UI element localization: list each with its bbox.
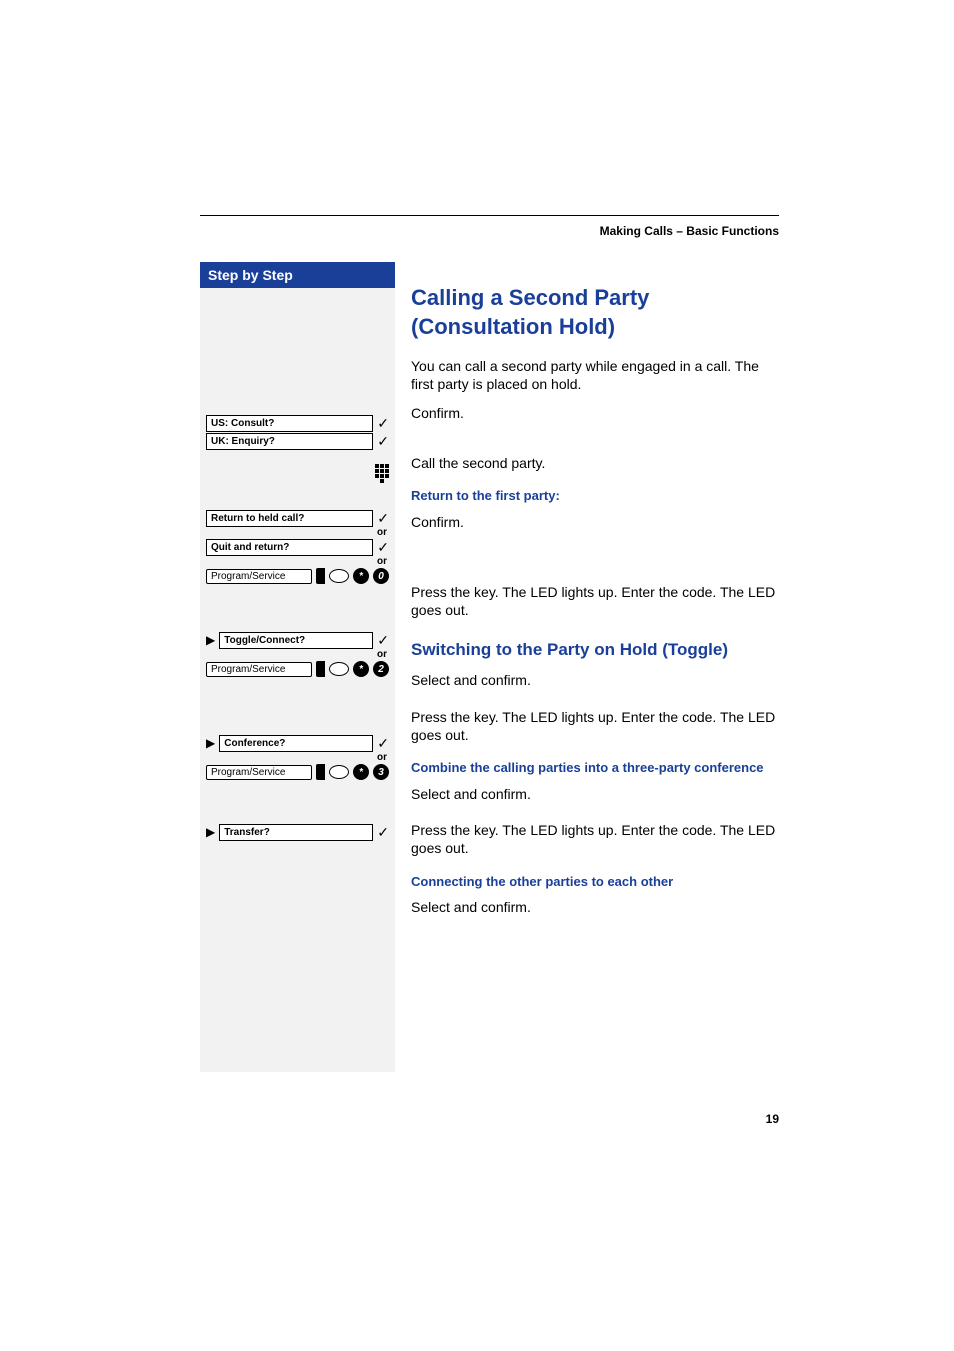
or-label: or	[206, 556, 389, 567]
subheading-combine: Combine the calling parties into a three…	[411, 760, 779, 777]
arrow-icon: ▶	[206, 736, 215, 750]
arrow-icon: ▶	[206, 825, 215, 839]
display-row-conference: ▶ Conference? ✓	[206, 734, 389, 752]
confirm-text-2: Confirm.	[411, 513, 779, 531]
step-by-step-column: Step by Step US: Consult? ✓ UK: Enquiry?…	[200, 262, 395, 1072]
press-key-text-1: Press the key. The LED lights up. Enter …	[411, 583, 779, 619]
call-second-text: Call the second party.	[411, 454, 779, 472]
heading-main: Calling a Second Party (Consultation Hol…	[411, 284, 779, 341]
header-rule	[200, 215, 779, 216]
display-text: Toggle/Connect?	[219, 632, 373, 649]
led-icon	[316, 568, 325, 584]
check-icon: ✓	[377, 824, 389, 841]
display-row-quit-return: Quit and return? ✓	[206, 538, 389, 556]
or-label: or	[206, 527, 389, 538]
key-0: 0	[373, 568, 389, 584]
select-confirm-text-1: Select and confirm.	[411, 671, 779, 689]
led-icon	[316, 764, 325, 780]
display-row-consult-uk: UK: Enquiry? ✓	[206, 432, 389, 450]
display-text: Conference?	[219, 735, 373, 752]
display-text: Return to held call?	[206, 510, 373, 527]
key-label-program-service: Program/Service	[206, 569, 312, 584]
body-column: Calling a Second Party (Consultation Hol…	[411, 262, 779, 1072]
key-label-program-service: Program/Service	[206, 662, 312, 677]
keypad-row	[206, 464, 389, 483]
keyrow-program-service-0: Program/Service * 0	[206, 567, 389, 585]
button-icon	[329, 765, 349, 779]
heading-toggle: Switching to the Party on Hold (Toggle)	[411, 639, 779, 661]
select-confirm-text-2: Select and confirm.	[411, 785, 779, 803]
led-icon	[316, 661, 325, 677]
check-icon: ✓	[377, 539, 389, 556]
confirm-text: Confirm.	[411, 404, 779, 422]
intro-text: You can call a second party while engage…	[411, 357, 779, 393]
check-icon: ✓	[377, 415, 389, 432]
check-icon: ✓	[377, 735, 389, 752]
button-icon	[329, 662, 349, 676]
subheading-connecting: Connecting the other parties to each oth…	[411, 874, 779, 891]
press-key-text-2: Press the key. The LED lights up. Enter …	[411, 708, 779, 744]
display-row-consult-us: US: Consult? ✓	[206, 414, 389, 432]
running-header: Making Calls – Basic Functions	[200, 224, 779, 238]
key-star: *	[353, 568, 369, 584]
keyrow-program-service-2: Program/Service * 2	[206, 660, 389, 678]
select-confirm-text-3: Select and confirm.	[411, 898, 779, 916]
key-3: 3	[373, 764, 389, 780]
key-label-program-service: Program/Service	[206, 765, 312, 780]
display-text: UK: Enquiry?	[206, 433, 373, 450]
subheading-return-first: Return to the first party:	[411, 488, 779, 505]
press-key-text-3: Press the key. The LED lights up. Enter …	[411, 821, 779, 857]
check-icon: ✓	[377, 632, 389, 649]
display-text: Quit and return?	[206, 539, 373, 556]
display-text: Transfer?	[219, 824, 373, 841]
display-text: US: Consult?	[206, 415, 373, 432]
display-row-return-held: Return to held call? ✓	[206, 509, 389, 527]
check-icon: ✓	[377, 510, 389, 527]
or-label: or	[206, 649, 389, 660]
check-icon: ✓	[377, 433, 389, 450]
key-2: 2	[373, 661, 389, 677]
arrow-icon: ▶	[206, 633, 215, 647]
step-header: Step by Step	[200, 262, 395, 288]
content-columns: Step by Step US: Consult? ✓ UK: Enquiry?…	[200, 262, 779, 1072]
page-number: 19	[200, 1112, 779, 1126]
display-row-toggle: ▶ Toggle/Connect? ✓	[206, 631, 389, 649]
key-star: *	[353, 764, 369, 780]
button-icon	[329, 569, 349, 583]
or-label: or	[206, 752, 389, 763]
keyrow-program-service-3: Program/Service * 3	[206, 763, 389, 781]
display-row-transfer: ▶ Transfer? ✓	[206, 823, 389, 841]
keypad-icon	[375, 464, 389, 483]
key-star: *	[353, 661, 369, 677]
